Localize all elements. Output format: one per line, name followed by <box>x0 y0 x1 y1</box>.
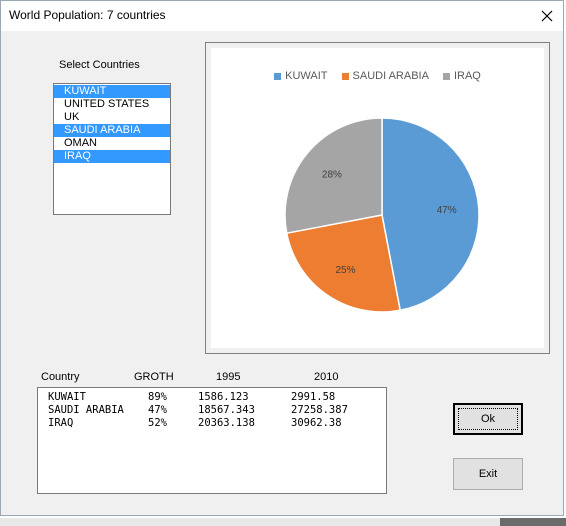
pie-slice <box>381 117 480 312</box>
title-bar: World Population: 7 countries <box>1 1 563 31</box>
cell-1995: 20363.138 <box>198 417 255 429</box>
table-row[interactable]: KUWAIT 89% 1586.123 2991.58 <box>38 391 386 404</box>
pie-data-label: 47% <box>437 205 457 216</box>
list-item[interactable]: IRAQ <box>54 150 170 163</box>
exit-button[interactable]: Exit <box>453 458 523 490</box>
dialog-window: World Population: 7 countries Select Cou… <box>0 0 564 516</box>
list-item[interactable]: SAUDI ARABIA <box>54 124 170 137</box>
pie-chart: KUWAIT SAUDI ARABIA IRAQ 47% 25% 28% <box>211 48 544 348</box>
cell-1995: 18567.343 <box>198 404 255 416</box>
cell-country: IRAQ <box>48 417 74 429</box>
pie-data-label: 28% <box>322 170 342 181</box>
close-icon <box>541 10 553 22</box>
header-2010: 2010 <box>314 371 339 383</box>
header-country: Country <box>41 371 80 383</box>
cell-2010: 27258.387 <box>291 404 348 416</box>
cell-growth: 52% <box>148 417 167 429</box>
cell-country: SAUDI ARABIA <box>48 404 124 416</box>
cell-1995: 1586.123 <box>198 391 249 403</box>
list-item[interactable]: UNITED STATES <box>54 98 170 111</box>
header-growth: GROTH <box>134 371 174 383</box>
list-item[interactable]: KUWAIT <box>54 85 170 98</box>
cell-2010: 30962.38 <box>291 417 342 429</box>
cell-2010: 2991.58 <box>291 391 336 403</box>
select-countries-label: Select Countries <box>59 59 140 71</box>
table-row[interactable]: IRAQ 52% 20363.138 30962.38 <box>38 417 386 430</box>
chart-frame: KUWAIT SAUDI ARABIA IRAQ 47% 25% 28% <box>205 42 550 354</box>
pie-data-label: 25% <box>335 265 355 276</box>
focus-rect <box>458 408 518 430</box>
exit-button-label: Exit <box>478 468 498 480</box>
table-row[interactable]: SAUDI ARABIA 47% 18567.343 27258.387 <box>38 404 386 417</box>
cell-growth: 47% <box>148 404 167 416</box>
cell-country: KUWAIT <box>48 391 86 403</box>
cell-growth: 89% <box>148 391 167 403</box>
header-1995: 1995 <box>216 371 241 383</box>
window-title: World Population: 7 countries <box>9 8 166 22</box>
list-item[interactable]: OMAN <box>54 137 170 150</box>
ok-button[interactable]: Ok <box>453 403 523 435</box>
results-listbox[interactable]: KUWAIT 89% 1586.123 2991.58 SAUDI ARABIA… <box>37 387 387 494</box>
list-item[interactable]: UK <box>54 111 170 124</box>
pie-svg: 47% 25% 28% <box>284 117 480 313</box>
close-button[interactable] <box>531 3 563 29</box>
countries-listbox[interactable]: KUWAIT UNITED STATES UK SAUDI ARABIA OMA… <box>53 83 171 215</box>
